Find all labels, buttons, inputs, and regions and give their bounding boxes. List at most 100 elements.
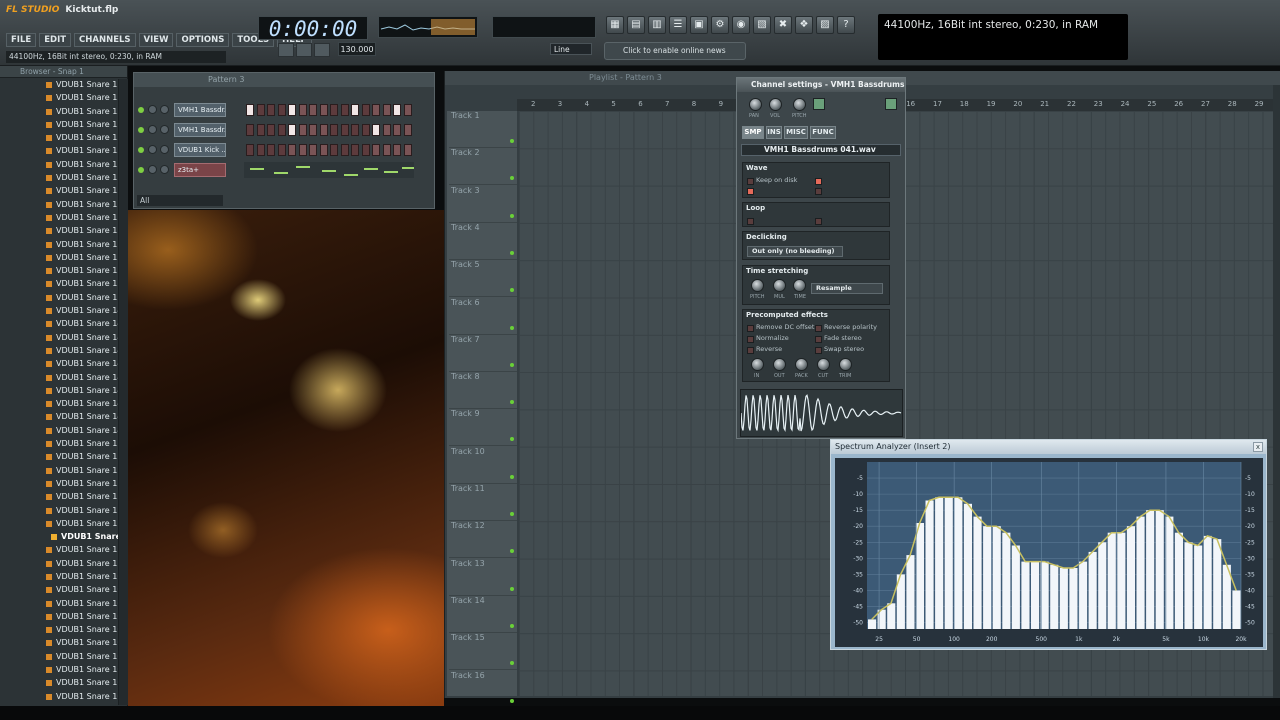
step-button[interactable] — [351, 124, 359, 136]
tab-smp[interactable]: SMP — [742, 126, 764, 139]
toolbar-icon-4[interactable]: ☰ — [669, 16, 687, 34]
step-button[interactable] — [277, 104, 286, 116]
stretch-mode-select[interactable]: Resample — [811, 283, 883, 294]
browser-item[interactable]: VDUB1 Snare 135 — [0, 238, 127, 251]
track-header[interactable]: Track 15 — [449, 633, 517, 671]
track-header[interactable]: Track 6 — [449, 298, 517, 335]
playlist-scrollbar[interactable] — [1273, 85, 1280, 698]
track-header[interactable]: Track 14 — [449, 596, 517, 633]
step-button[interactable] — [393, 144, 401, 156]
song-time-display[interactable]: 0:00:00 — [258, 16, 368, 41]
browser-item[interactable]: VDUB1 Snare 133 — [0, 211, 127, 224]
menu-channels[interactable]: CHANNELS — [74, 33, 136, 47]
toolbar-icon-1[interactable]: ▦ — [606, 16, 624, 34]
step-button[interactable] — [382, 104, 391, 116]
step-button[interactable] — [340, 144, 349, 156]
fx-pack-knob[interactable] — [795, 358, 808, 371]
play-button[interactable] — [278, 43, 294, 57]
browser-item[interactable]: VDUB1 Snare 141 — [0, 317, 127, 330]
browser-item[interactable]: VDUB1 Snare 167 — [0, 663, 127, 676]
menu-file[interactable]: FILE — [6, 33, 37, 47]
track-header[interactable]: Track 8 — [449, 372, 517, 410]
channel-mute-led[interactable] — [138, 107, 144, 113]
volume-knob[interactable] — [769, 98, 782, 111]
browser-item[interactable]: VDUB1 Snare 125 — [0, 105, 127, 118]
browser-item[interactable]: VDUB1 Snare 156 — [0, 517, 127, 530]
browser-item[interactable]: VDUB1 Snare 150 — [0, 437, 127, 450]
browser-item[interactable]: VDUB1 Snare 124 — [0, 91, 127, 104]
fx-route-icon[interactable] — [813, 98, 825, 110]
browser-item[interactable]: VDUB1 Snare 139 — [0, 291, 127, 304]
browser-item[interactable]: VDUB1 Snare 144 — [0, 357, 127, 370]
track-header[interactable]: Track 7 — [449, 335, 517, 372]
toolbar-icon-2[interactable]: ▤ — [627, 16, 645, 34]
track-header[interactable]: Track 9 — [449, 409, 517, 447]
channel-name-button[interactable]: VMH1 Bassdr... — [174, 123, 226, 137]
track-header[interactable]: Track 2 — [449, 148, 517, 186]
browser-item[interactable]: VDUB1 Snare 168 — [0, 676, 127, 689]
browser-item[interactable]: VDUB1 Snare ... — [0, 530, 127, 543]
piano-roll-preview[interactable] — [244, 162, 414, 178]
step-button[interactable] — [393, 104, 401, 116]
browser-item[interactable]: VDUB1 Snare 148 — [0, 410, 127, 423]
toolbar-icon-9[interactable]: ✖ — [774, 16, 792, 34]
step-button[interactable] — [309, 104, 317, 116]
step-button[interactable] — [403, 144, 412, 156]
tempo-display[interactable]: 130.000 — [338, 42, 376, 56]
browser-item[interactable]: VDUB1 Snare 147 — [0, 397, 127, 410]
track-header[interactable]: Track 11 — [449, 484, 517, 521]
track-header[interactable]: Track 16 — [449, 671, 517, 708]
fx-slot-icon[interactable] — [885, 98, 897, 110]
fx-out-knob[interactable] — [773, 358, 786, 371]
step-button[interactable] — [330, 144, 338, 156]
channel-vol-knob[interactable] — [160, 105, 169, 114]
channel-filter-select[interactable]: All — [137, 195, 223, 206]
toolbar-icon-11[interactable]: ▨ — [816, 16, 834, 34]
step-button[interactable] — [246, 104, 254, 116]
toolbar-icon-5[interactable]: ▣ — [690, 16, 708, 34]
step-button[interactable] — [361, 104, 370, 116]
step-button[interactable] — [340, 104, 349, 116]
track-header[interactable]: Track 12 — [449, 521, 517, 559]
channel-vol-knob[interactable] — [160, 165, 169, 174]
browser-item[interactable]: VDUB1 Snare 128 — [0, 144, 127, 157]
step-button[interactable] — [351, 104, 359, 116]
step-button[interactable] — [319, 124, 328, 136]
record-button[interactable] — [314, 43, 330, 57]
browser-item[interactable]: VDUB1 Snare 159 — [0, 557, 127, 570]
toolbar-icon-6[interactable]: ⚙ — [711, 16, 729, 34]
browser-item[interactable]: VDUB1 Snare 162 — [0, 597, 127, 610]
tab-misc[interactable]: MISC — [784, 126, 808, 139]
online-news-button[interactable]: Click to enable online news — [604, 42, 746, 60]
browser-item[interactable]: VDUB1 Snare 136 — [0, 251, 127, 264]
step-button[interactable] — [256, 104, 265, 116]
menu-view[interactable]: VIEW — [138, 33, 174, 47]
channel-name-button[interactable]: VMH1 Bassdr... — [174, 103, 226, 117]
fx-in-knob[interactable] — [751, 358, 764, 371]
tab-ins[interactable]: INS — [766, 126, 782, 139]
close-icon[interactable]: x — [1253, 442, 1263, 452]
browser-item[interactable]: VDUB1 Snare 127 — [0, 131, 127, 144]
step-button[interactable] — [403, 124, 412, 136]
browser-item[interactable]: VDUB1 Snare 145 — [0, 371, 127, 384]
step-button[interactable] — [256, 144, 265, 156]
step-button[interactable] — [372, 144, 380, 156]
step-button[interactable] — [309, 144, 317, 156]
stretch-time-knob[interactable] — [793, 279, 806, 292]
browser-item[interactable]: VDUB1 Snare 123 — [0, 78, 127, 91]
channel-name-button[interactable]: VDUB1 Kick ... — [174, 143, 226, 157]
step-button[interactable] — [382, 144, 391, 156]
step-button[interactable] — [288, 104, 296, 116]
toolbar-icon-7[interactable]: ◉ — [732, 16, 750, 34]
menu-edit[interactable]: EDIT — [39, 33, 72, 47]
step-button[interactable] — [319, 144, 328, 156]
step-button[interactable] — [330, 124, 338, 136]
step-button[interactable] — [340, 124, 349, 136]
browser-item[interactable]: VDUB1 Snare 155 — [0, 504, 127, 517]
browser-item[interactable]: VDUB1 Snare 137 — [0, 264, 127, 277]
fx-trim-knob[interactable] — [839, 358, 852, 371]
step-button[interactable] — [267, 104, 275, 116]
browser-item[interactable]: VDUB1 Snare 158 — [0, 543, 127, 556]
step-button[interactable] — [382, 124, 391, 136]
browser-item[interactable]: VDUB1 Snare 138 — [0, 277, 127, 290]
